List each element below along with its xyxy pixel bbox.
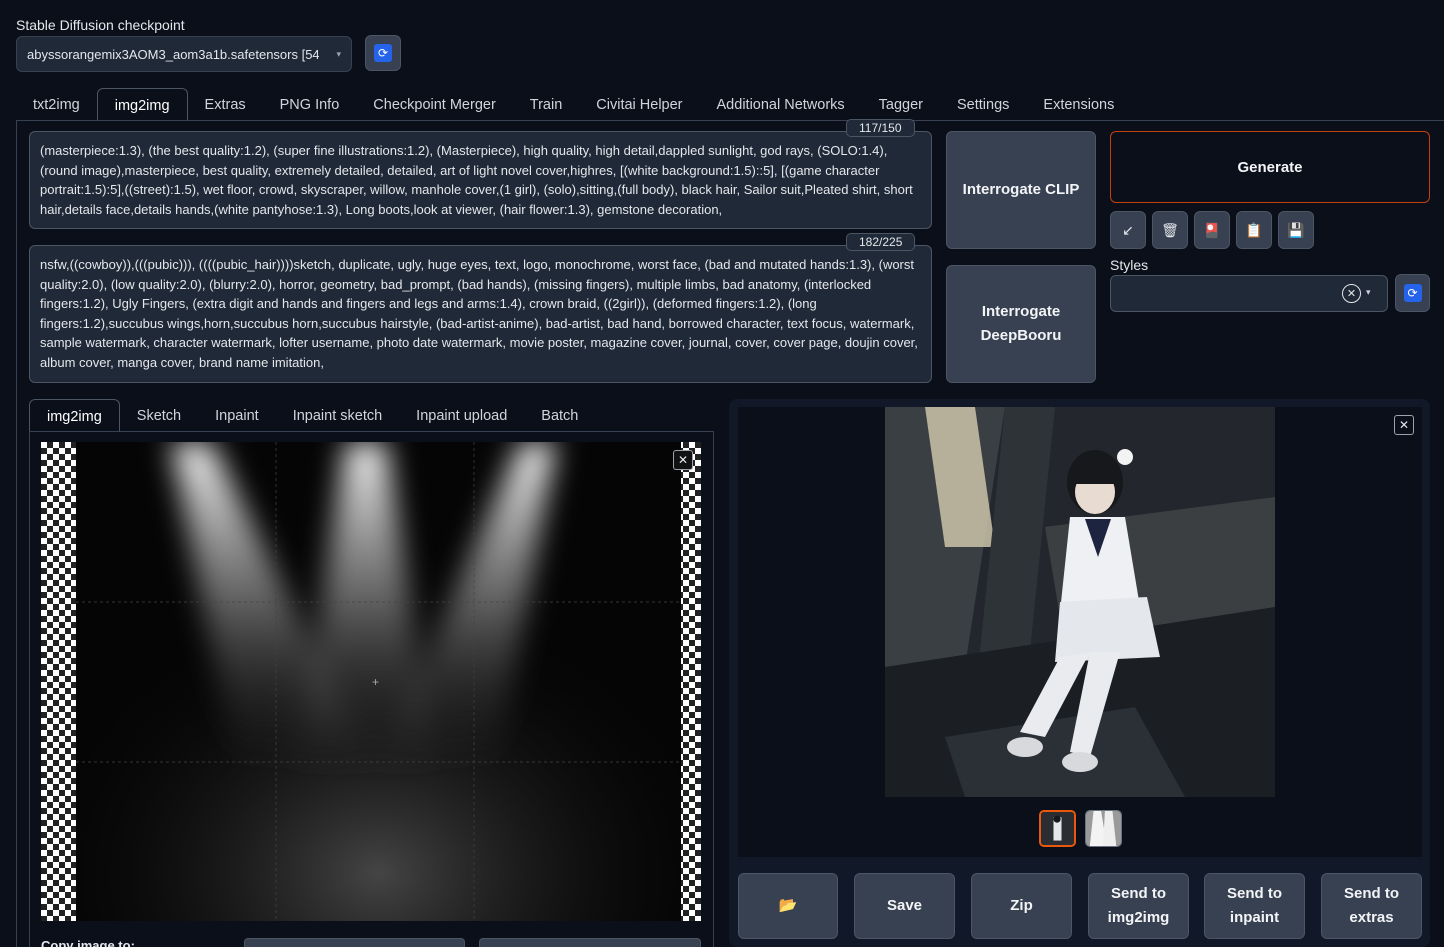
trash-icon[interactable]: 🗑	[1152, 211, 1188, 249]
gallery-thumbnail[interactable]	[1085, 810, 1122, 847]
img2img-mode-tabs: img2img Sketch Inpaint Inpaint sketch Inpain…	[29, 399, 595, 432]
subtab-sketch[interactable]: Sketch	[120, 399, 198, 432]
checkpoint-dropdown[interactable]: abyssorangemix3AOM3_aom3a1b.safetensors …	[16, 36, 352, 72]
send-to-img2img-button[interactable]: Send to img2img	[1088, 873, 1189, 939]
gallery-thumbnail[interactable]	[1039, 810, 1076, 847]
tab-png-info[interactable]: PNG Info	[263, 88, 357, 120]
send-to-inpaint-button[interactable]: Send to inpaint	[1204, 873, 1305, 939]
interrogate-clip-button[interactable]: Interrogate CLIP	[946, 131, 1096, 249]
folder-icon: 📂	[778, 897, 798, 914]
subtab-inpaint-upload[interactable]: Inpaint upload	[399, 399, 524, 432]
styles-label: Styles	[1110, 257, 1149, 273]
tab-tagger[interactable]: Tagger	[862, 88, 940, 120]
styles-refresh-button[interactable]: ⟳	[1395, 274, 1430, 312]
tab-img2img[interactable]: img2img	[96, 88, 188, 120]
interrogate-deepbooru-button[interactable]: Interrogate DeepBooru	[946, 265, 1096, 383]
red-card-icon[interactable]: 🎴	[1194, 211, 1230, 249]
tab-settings[interactable]: Settings	[940, 88, 1026, 120]
checkpoint-refresh-button[interactable]: ⟳	[365, 35, 401, 71]
negative-prompt-textarea[interactable]: nsfw,((cowboy)),(((pubic))), ((((pubic_h…	[29, 245, 932, 383]
close-icon[interactable]: ✕	[1342, 284, 1361, 303]
prompt-token-counter: 117/150	[846, 119, 915, 137]
tab-txt2img[interactable]: txt2img	[16, 88, 97, 120]
output-image[interactable]	[885, 407, 1275, 797]
save-button[interactable]: Save	[854, 873, 955, 939]
svg-text:+: +	[372, 675, 379, 689]
subtab-batch[interactable]: Batch	[524, 399, 595, 432]
checkpoint-label: Stable Diffusion checkpoint	[16, 17, 185, 33]
subtab-img2img[interactable]: img2img	[29, 399, 120, 432]
tab-civitai-helper[interactable]: Civitai Helper	[579, 88, 699, 120]
arrow-down-left-icon[interactable]: ↙	[1110, 211, 1146, 249]
copy-image-to-label: Copy image to:	[41, 938, 135, 947]
input-image: +	[76, 442, 681, 921]
negative-prompt-token-counter: 182/225	[846, 233, 916, 251]
generated-girl-image	[885, 407, 1275, 797]
copy-to-button[interactable]	[479, 938, 701, 947]
refresh-icon: ⟳	[1403, 284, 1422, 302]
chevron-down-icon: ▾	[336, 48, 341, 59]
copy-to-button[interactable]	[244, 938, 465, 947]
prompt-textarea[interactable]: (masterpiece:1.3), (the best quality:1.2…	[29, 131, 932, 229]
main-tabs: txt2img img2img Extras PNG Info Checkpoint M…	[16, 88, 1131, 120]
open-folder-button[interactable]: 📂	[738, 873, 838, 939]
tab-additional-networks[interactable]: Additional Networks	[700, 88, 862, 120]
tab-train[interactable]: Train	[513, 88, 580, 120]
checkpoint-value: abyssorangemix3AOM3_aom3a1b.safetensors …	[27, 46, 319, 62]
refresh-icon: ⟳	[374, 44, 392, 62]
zip-button[interactable]: Zip	[971, 873, 1072, 939]
save-disk-icon[interactable]: 💾	[1278, 211, 1314, 249]
interrogate-deepbooru-label: Interrogate DeepBooru	[980, 303, 1062, 344]
tab-extras[interactable]: Extras	[188, 88, 263, 120]
chevron-down-icon[interactable]: ▾	[1366, 287, 1371, 298]
thumbnail-image	[1041, 812, 1074, 845]
close-icon[interactable]: ✕	[673, 450, 693, 470]
clipboard-icon[interactable]: 📋	[1236, 211, 1272, 249]
generate-button[interactable]: Generate	[1110, 131, 1430, 203]
subtab-inpaint[interactable]: Inpaint	[198, 399, 276, 432]
tab-checkpoint-merger[interactable]: Checkpoint Merger	[356, 88, 513, 120]
close-icon[interactable]: ✕	[1394, 415, 1414, 435]
subtab-inpaint-sketch[interactable]: Inpaint sketch	[276, 399, 399, 432]
input-image-canvas[interactable]: +	[41, 442, 701, 921]
tab-extensions[interactable]: Extensions	[1026, 88, 1131, 120]
thumbnail-image	[1086, 811, 1121, 846]
send-to-extras-button[interactable]: Send to extras	[1321, 873, 1422, 939]
